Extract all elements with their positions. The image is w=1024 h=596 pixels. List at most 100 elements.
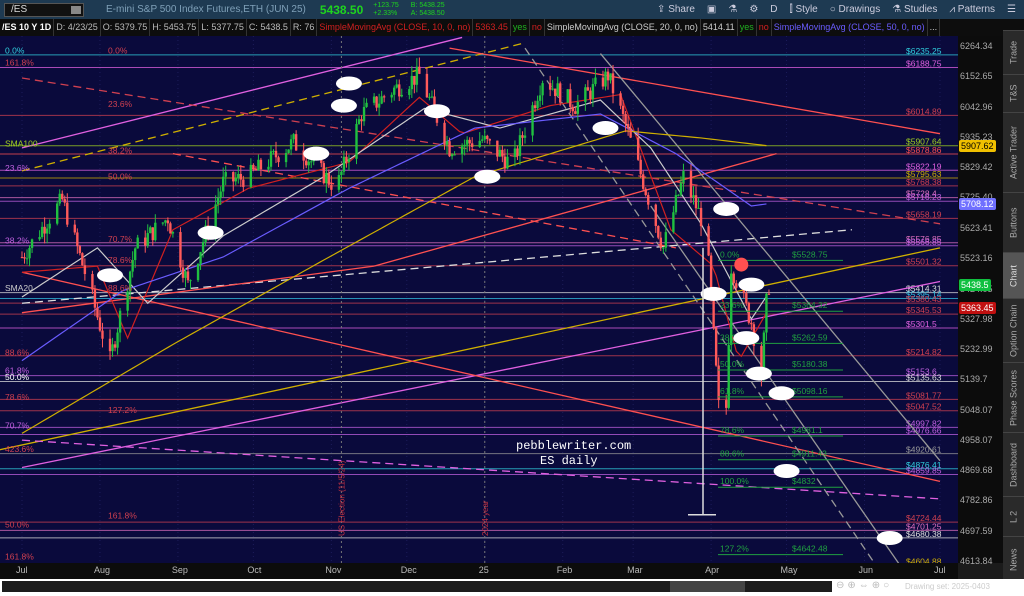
fib-label: SMA100 (5, 138, 38, 148)
time-tick: 25 (478, 565, 489, 575)
candle-body (38, 237, 41, 240)
sidebar-tab-phase-scores[interactable]: Phase Scores (1003, 362, 1024, 432)
studies-button[interactable]: ⚗ Studies (892, 4, 937, 15)
flask-icon-button[interactable]: ⚗ (728, 4, 737, 15)
chart-scrollbar[interactable]: ⊖⊕⇔⊕○ Drawing set: 2025-0403 (0, 579, 1024, 596)
annotation-ellipse (335, 76, 362, 91)
candle-body (98, 317, 102, 331)
candle-body (425, 73, 429, 98)
candle-body (58, 193, 61, 204)
sidebar-tab-dashboard[interactable]: Dashboard (1003, 432, 1024, 496)
fib-price: $5180.38 (792, 359, 828, 369)
candle-body (481, 139, 484, 141)
candle-body (40, 226, 44, 238)
menu-button[interactable]: ☰ (1007, 4, 1016, 15)
candle-body (83, 265, 87, 275)
zoom-controls[interactable]: ⊖⊕⇔⊕○ (836, 580, 892, 591)
gear-icon-button[interactable]: ⚙ (749, 4, 758, 15)
price-tick: 5623.41 (960, 222, 993, 233)
share-button[interactable]: ⇪ Share (657, 4, 695, 15)
event-label: US Election (11/5/24) (337, 460, 346, 536)
time-axis[interactable]: Jul Aug Sep Oct Nov Dec 25 Feb Mar Apr May Jun Jul (0, 563, 958, 579)
time-tick: Oct (247, 565, 262, 575)
sidebar-tab-t-s[interactable]: T&S (1003, 74, 1024, 112)
patterns-button[interactable]: ⩘ Patterns (949, 4, 995, 15)
candle-body (133, 248, 137, 261)
sidebar-tab-news[interactable]: News (1003, 536, 1024, 582)
annotation-ellipse (197, 225, 224, 240)
trendline (21, 36, 463, 149)
candle-body (450, 154, 454, 157)
candle-body (621, 105, 625, 114)
level-label: $5501.32 (906, 257, 942, 267)
scroll-thumb[interactable] (670, 581, 745, 592)
candle-body (518, 135, 522, 157)
candle-body (267, 166, 270, 170)
level-label: $4920.61 (906, 445, 942, 455)
watermark-site: pebblewriter.com (516, 439, 631, 453)
level-label: $6188.75 (906, 58, 942, 68)
candle-body (78, 246, 82, 254)
candle-body (574, 111, 577, 114)
candle-body (548, 83, 552, 90)
candle-body (664, 232, 668, 248)
candle-body (745, 293, 748, 303)
sidebar-tab-buttons[interactable]: Buttons (1003, 192, 1024, 252)
fib-label: 161.8% (5, 552, 34, 562)
candle-body (164, 220, 167, 223)
fib-price: $4981.1 (792, 425, 823, 435)
candle-body (23, 257, 26, 259)
info-field: D: 4/23/25 (54, 19, 101, 36)
candle-body (66, 202, 69, 225)
candle-body (171, 232, 175, 234)
candle-body (101, 330, 104, 339)
level-label: $4604.88 (906, 556, 942, 563)
fib-label: 70.7% (5, 420, 30, 430)
sidebar-tab-l-2[interactable]: L 2 (1003, 496, 1024, 536)
candle-body (589, 90, 592, 100)
drawing-set-label[interactable]: Drawing set: 2025-0403 (905, 582, 990, 591)
candle-body (113, 344, 117, 348)
study-info-bar: /ES 10 Y 1D D: 4/23/25 O: 5379.75 H: 5453.7… (0, 19, 1024, 36)
info-field: yes (738, 19, 757, 36)
candle-body (443, 122, 446, 145)
sidebar-tab-trade[interactable]: Trade (1003, 30, 1024, 74)
info-field: R: 76 (291, 19, 318, 36)
annotation-ellipse (330, 98, 357, 113)
candle-body (81, 253, 84, 266)
annotation-ellipse (700, 286, 727, 301)
fib-price: $5364.32 (792, 300, 828, 310)
candle-body (735, 283, 738, 288)
candle-body (672, 212, 675, 233)
candle-body (609, 73, 612, 81)
candle-body (498, 149, 502, 157)
candle-body (340, 171, 343, 176)
sidebar-tab-chart[interactable]: Chart (1003, 252, 1024, 298)
sidebar-tab-option-chain[interactable]: Option Chain (1003, 298, 1024, 362)
info-field: C: 5438.5 (247, 19, 291, 36)
annotation-ellipse (876, 531, 903, 546)
candle-body (531, 105, 534, 136)
fib-label: 423.6% (5, 444, 34, 454)
price-badge: 5363.45 (959, 302, 996, 315)
candle-body (196, 263, 200, 281)
sidebar-tab-active-trader[interactable]: Active Trader (1003, 112, 1024, 192)
chevron-down-icon[interactable] (71, 5, 81, 14)
time-tick: Feb (556, 565, 573, 575)
price-chart[interactable]: $6235.25 $6188.75 $6014.89 $5907.64 $5878.86… (0, 36, 958, 563)
price-tick: 4869.68 (960, 465, 993, 476)
time-tick: Dec (400, 565, 417, 575)
price-tick: 5327.98 (960, 313, 993, 324)
candle-body (639, 159, 642, 175)
alert-icon-button[interactable]: ▣ (707, 4, 716, 15)
price-axis[interactable]: 6264.346152.656042.965935.235829.425725.… (958, 36, 1003, 566)
candle-body (569, 89, 572, 107)
fib-percent: 100.0% (720, 476, 749, 486)
candle-body (118, 310, 122, 333)
fib-label: 23.6% (108, 99, 133, 109)
drawings-button[interactable]: ○ Drawings (830, 4, 881, 15)
symbol-input[interactable]: /ES (4, 2, 84, 17)
d-button[interactable]: D (770, 4, 777, 15)
style-button[interactable]: ⫿ Style (790, 4, 818, 15)
candle-body (488, 139, 491, 141)
